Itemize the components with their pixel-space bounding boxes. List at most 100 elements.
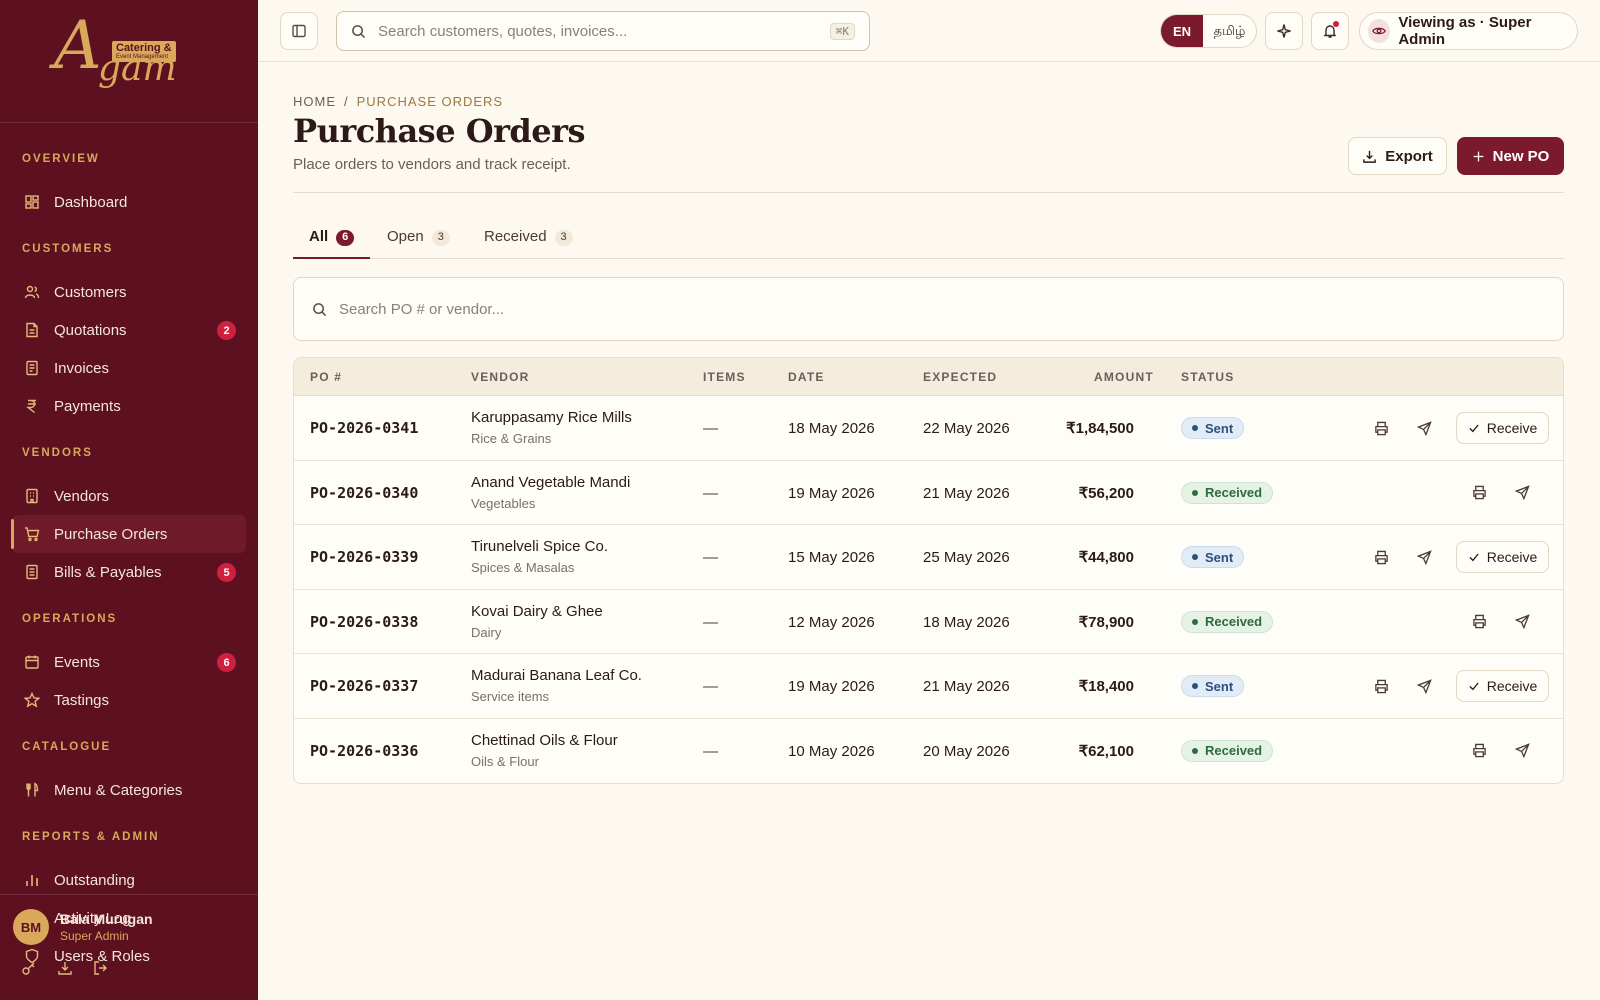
items-count: — <box>703 484 718 502</box>
po-amount: ₹62,100 <box>1078 742 1134 760</box>
sidebar-item-tastings[interactable]: Tastings <box>12 681 246 719</box>
print-icon[interactable] <box>1371 418 1391 438</box>
items-count: — <box>703 549 718 566</box>
table-row[interactable]: PO-2026-0338 Kovai Dairy & Ghee Dairy — 12 M… <box>294 590 1563 654</box>
user-name: Bala Murugan <box>60 911 153 927</box>
table-row[interactable]: PO-2026-0337 Madurai Banana Leaf Co. Servi… <box>294 654 1563 719</box>
new-po-button[interactable]: New PO <box>1457 137 1564 175</box>
logo-area: A gam Catering & Event Management <box>0 0 258 123</box>
column-header-po[interactable]: PO # <box>310 370 342 384</box>
receive-button[interactable]: Receive <box>1456 412 1549 444</box>
sidebar-item-vendors[interactable]: Vendors <box>12 477 246 515</box>
send-icon[interactable] <box>1414 418 1434 438</box>
po-number[interactable]: PO-2026-0341 <box>310 419 418 437</box>
print-icon[interactable] <box>1371 676 1391 696</box>
new-po-button-label: New PO <box>1492 147 1550 165</box>
print-icon[interactable] <box>1371 547 1391 567</box>
po-number[interactable]: PO-2026-0337 <box>310 677 418 695</box>
logo-letter: A <box>54 7 102 84</box>
po-date: 15 May 2026 <box>788 549 875 566</box>
global-search-input[interactable]: Search customers, quotes, invoices... ⌘K <box>336 11 870 51</box>
logout-icon[interactable] <box>92 959 110 977</box>
status-dot <box>1192 554 1198 560</box>
shortcut-hint: ⌘K <box>829 22 855 40</box>
sidebar-item-purchase-orders[interactable]: Purchase Orders <box>11 515 246 553</box>
po-amount: ₹18,400 <box>1078 678 1134 695</box>
receive-button[interactable]: Receive <box>1456 670 1549 702</box>
table-row[interactable]: PO-2026-0340 Anand Vegetable Mandi Vegetab… <box>294 461 1563 525</box>
status-label: Received <box>1205 743 1263 758</box>
star-icon <box>24 692 40 708</box>
brand-logo[interactable]: A gam Catering & Event Management <box>54 13 204 101</box>
column-header-amount[interactable]: AMOUNT <box>1094 370 1154 384</box>
send-icon[interactable] <box>1414 676 1434 696</box>
sidebar-item-payments[interactable]: Payments <box>12 387 246 425</box>
receive-button-label: Receive <box>1486 678 1538 694</box>
send-icon[interactable] <box>1512 612 1532 632</box>
topbar: Search customers, quotes, invoices... ⌘K… <box>258 0 1600 62</box>
download-icon[interactable] <box>56 959 74 977</box>
tab-all[interactable]: All 6 <box>293 220 371 259</box>
nav-gap <box>0 425 258 447</box>
vendor-name: Chettinad Oils & Flour <box>471 731 618 749</box>
receive-button[interactable]: Receive <box>1456 541 1549 573</box>
status-label: Sent <box>1205 549 1234 565</box>
document-icon <box>24 322 40 338</box>
sidebar-item-customers[interactable]: Customers <box>12 273 246 311</box>
po-search-input[interactable]: Search PO # or vendor... <box>293 277 1564 341</box>
send-icon[interactable] <box>1512 741 1532 761</box>
print-icon[interactable] <box>1469 741 1489 761</box>
page-subtitle: Place orders to vendors and track receip… <box>293 156 571 173</box>
sidebar-item-label: Dashboard <box>54 193 128 211</box>
status-dot <box>1192 489 1198 496</box>
sidebar-nav: OVERVIEW Dashboard CUSTOMERS Customers Quota… <box>0 123 258 975</box>
sidebar-toggle-button[interactable] <box>280 12 318 50</box>
role-switcher-button[interactable]: Viewing as · Super Admin <box>1359 12 1578 50</box>
sidebar-item-events[interactable]: Events 6 <box>12 643 246 681</box>
column-header-date[interactable]: DATE <box>788 370 825 384</box>
send-icon[interactable] <box>1414 547 1434 567</box>
key-icon[interactable] <box>20 959 38 977</box>
ai-assist-button[interactable] <box>1265 12 1303 50</box>
breadcrumb-current: PURCHASE ORDERS <box>356 94 504 109</box>
status-dot <box>1192 425 1198 431</box>
po-number[interactable]: PO-2026-0338 <box>310 613 418 631</box>
column-header-vendor[interactable]: VENDOR <box>471 370 530 384</box>
bill-icon <box>24 564 40 580</box>
avatar[interactable]: BM <box>13 909 49 945</box>
filter-tabs: All 6 Open 3 Received 3 <box>293 220 1564 259</box>
sidebar-item-invoices[interactable]: Invoices <box>12 349 246 387</box>
po-amount: ₹78,900 <box>1078 613 1134 631</box>
print-icon[interactable] <box>1469 612 1489 632</box>
lang-en-button[interactable]: EN <box>1161 15 1203 47</box>
po-number[interactable]: PO-2026-0340 <box>310 484 418 502</box>
column-header-items[interactable]: ITEMS <box>703 370 746 384</box>
check-icon <box>1468 551 1480 563</box>
tab-open[interactable]: Open 3 <box>387 220 450 259</box>
sidebar-item-label: Customers <box>54 283 127 301</box>
send-icon[interactable] <box>1512 483 1532 503</box>
breadcrumb-home[interactable]: HOME <box>293 94 336 109</box>
sidebar-item-quotations[interactable]: Quotations 2 <box>12 311 246 349</box>
print-icon[interactable] <box>1469 483 1489 503</box>
status-dot <box>1192 683 1198 689</box>
table-row[interactable]: PO-2026-0336 Chettinad Oils & Flour Oils &… <box>294 719 1563 784</box>
po-date: 19 May 2026 <box>788 678 875 695</box>
check-icon <box>1468 680 1480 692</box>
export-button[interactable]: Export <box>1348 137 1447 175</box>
po-number[interactable]: PO-2026-0339 <box>310 548 418 566</box>
column-header-status[interactable]: STATUS <box>1181 370 1234 384</box>
po-date: 19 May 2026 <box>788 484 875 502</box>
sidebar-item-bills-payables[interactable]: Bills & Payables 5 <box>12 553 246 591</box>
tab-received[interactable]: Received 3 <box>484 220 573 259</box>
po-number[interactable]: PO-2026-0336 <box>310 742 418 760</box>
column-header-expected[interactable]: EXPECTED <box>923 370 997 384</box>
nav-gap <box>0 719 258 741</box>
sidebar-item-menu-categories[interactable]: Menu & Categories <box>12 771 246 809</box>
table-row[interactable]: PO-2026-0341 Karuppasamy Rice Mills Rice &… <box>294 396 1563 461</box>
table-row[interactable]: PO-2026-0339 Tirunelveli Spice Co. Spices … <box>294 525 1563 590</box>
sidebar-item-dashboard[interactable]: Dashboard <box>12 183 246 221</box>
lang-ta-button[interactable]: தமிழ் <box>1203 15 1256 47</box>
notifications-button[interactable] <box>1311 12 1349 50</box>
table-header: PO # VENDOR ITEMS DATE EXPECTED AMOUNT S… <box>294 358 1563 396</box>
